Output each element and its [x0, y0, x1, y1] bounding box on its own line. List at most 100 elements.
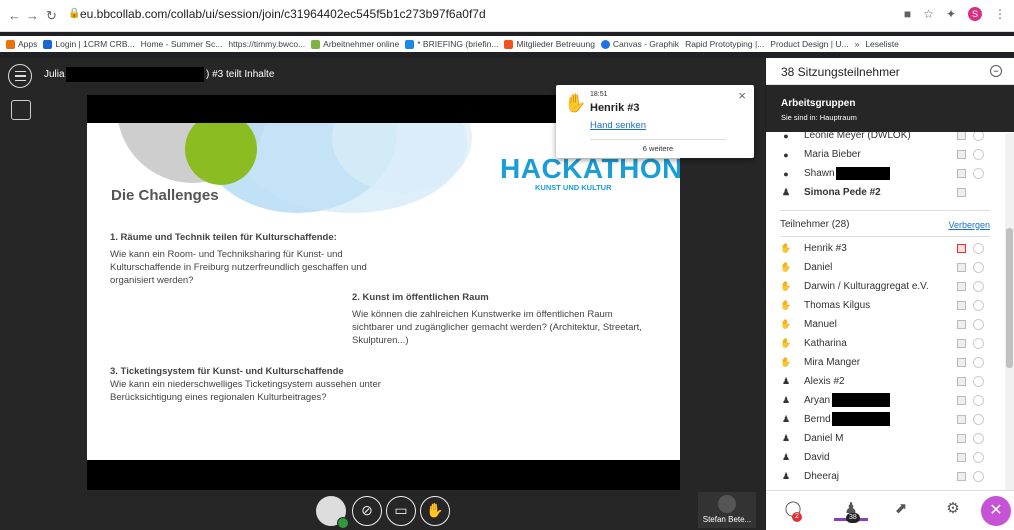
chat-badge: 2 — [792, 512, 802, 522]
list-item[interactable]: ✋ Manuel — [780, 315, 990, 334]
person-icon: ● — [783, 168, 789, 179]
mic-icon — [957, 415, 966, 424]
share-title: Julia ) #3 teilt Inhalte — [44, 67, 275, 82]
back-icon[interactable]: ← — [8, 8, 21, 23]
options-icon[interactable] — [973, 300, 984, 311]
canvas-icon — [600, 39, 610, 49]
person-icon: ● — [783, 132, 789, 141]
menu-button[interactable] — [8, 64, 32, 88]
person-icon: ♟ — [781, 433, 791, 443]
list-item[interactable]: ✋ Daniel — [780, 258, 990, 277]
list-item[interactable]: ✋ Henrik #3 — [780, 239, 990, 258]
options-icon[interactable] — [973, 471, 984, 482]
letterbox-bottom — [87, 460, 680, 490]
redaction — [832, 393, 890, 407]
camera-off-icon[interactable]: ▭ — [386, 496, 416, 526]
camera-icon[interactable]: ■ — [904, 7, 911, 21]
options-icon[interactable] — [973, 149, 984, 160]
share-content-icon[interactable]: ⬈ — [890, 499, 912, 521]
raise-hand-icon[interactable]: ✋ — [420, 496, 450, 526]
hackathon-logo-sub: KUNST UND KULTUR — [535, 183, 612, 192]
reading-list[interactable]: Leseliste — [865, 39, 899, 49]
challenge-1-body: Wie kann ein Room- und Techniksharing fü… — [110, 249, 367, 286]
bookmark-more[interactable]: » — [855, 39, 860, 49]
apps-icon — [6, 39, 15, 49]
list-item[interactable]: ♟ Daniel M — [780, 429, 990, 448]
mic-icon — [957, 434, 966, 443]
list-item[interactable]: ● Maria Bieber — [780, 145, 990, 164]
bookmark-canvas[interactable]: Canvas - Graphik — [600, 39, 679, 49]
bookmark-1crm[interactable]: Login | 1CRM CRB... — [43, 39, 135, 49]
person-icon: ♟ — [781, 414, 791, 424]
mic-icon — [957, 339, 966, 348]
participants-tab-icon[interactable]: ♟ 38 — [834, 499, 868, 523]
bookmark-briefing[interactable]: * BRIEFING (briefin... — [405, 39, 498, 49]
list-item[interactable]: ♟ Bernd — [780, 410, 990, 429]
close-icon[interactable]: × — [738, 88, 746, 103]
list-item[interactable]: ✋ Mira Manger — [780, 353, 990, 372]
slide-view-icon[interactable] — [11, 100, 31, 120]
list-item[interactable]: ● Shawn — [780, 164, 990, 183]
options-icon[interactable] — [973, 395, 984, 406]
avatar — [718, 495, 736, 513]
slide-title: Die Challenges — [111, 187, 219, 204]
options-icon[interactable] — [973, 319, 984, 330]
bookmark-summer[interactable]: Home - Summer Sc... — [141, 39, 223, 49]
bookmark-mitglieder[interactable]: Mitglieder Betreuung — [504, 39, 595, 49]
options-icon[interactable] — [973, 281, 984, 292]
trello-icon — [405, 39, 415, 49]
person-icon: ♟ — [781, 452, 791, 462]
list-item[interactable]: ♟ Simona Pede #2 — [780, 183, 990, 202]
notification-more[interactable]: 6 weitere — [590, 144, 726, 153]
crm-icon — [43, 39, 53, 49]
address-bar[interactable]: eu.bbcollab.com/collab/ui/session/join/c… — [80, 7, 486, 21]
lower-hand-link[interactable]: Hand senken — [590, 120, 646, 131]
raised-hand-icon: ✋ — [780, 300, 792, 310]
panel-title: 38 Sitzungsteilnehmer — [781, 65, 900, 79]
list-item[interactable]: ✋ Katharina — [780, 334, 990, 353]
forward-icon[interactable]: → — [26, 8, 39, 23]
collapse-icon[interactable]: − — [990, 65, 1002, 77]
settings-icon[interactable]: ⚙ — [942, 499, 964, 521]
profile-avatar[interactable]: S — [968, 7, 982, 21]
list-item[interactable]: ♟ Aryan — [780, 391, 990, 410]
options-icon[interactable] — [973, 338, 984, 349]
bookmark-rapid[interactable]: Rapid Prototyping |... — [685, 39, 764, 49]
star-icon[interactable]: ☆ — [923, 7, 934, 21]
list-item[interactable]: ✋ Thomas Kilgus — [780, 296, 990, 315]
more-icon[interactable]: ⋮ — [994, 7, 1006, 21]
options-icon[interactable] — [973, 243, 984, 254]
panel-scrollbar[interactable] — [1005, 133, 1014, 490]
list-item[interactable]: ♟ Dheeraj — [780, 467, 990, 486]
options-icon[interactable] — [973, 414, 984, 425]
options-icon[interactable] — [973, 433, 984, 444]
extension-icon[interactable]: ✦ — [946, 7, 956, 21]
options-icon[interactable] — [973, 132, 984, 141]
mic-muted-icon[interactable]: ⊘ — [352, 496, 382, 526]
options-icon[interactable] — [973, 262, 984, 273]
options-icon[interactable] — [973, 168, 984, 179]
reload-icon[interactable]: ↻ — [46, 8, 57, 24]
bookmark-timmy[interactable]: https://timmy.bwco... — [228, 39, 305, 49]
bookmark-product[interactable]: Product Design | U... — [770, 39, 848, 49]
close-panel-button[interactable]: ✕ — [981, 496, 1011, 526]
bookmark-apps[interactable]: Apps — [6, 39, 37, 49]
bookmarks-bar: Apps Login | 1CRM CRB... Home - Summer S… — [0, 36, 1014, 52]
options-icon[interactable] — [973, 376, 984, 387]
raised-hand-icon: ✋ — [780, 319, 792, 329]
list-item[interactable]: ✋ Darwin / Kulturaggregat e.V. — [780, 277, 990, 296]
chat-icon[interactable]: ◯ 2 — [782, 499, 804, 522]
list-item[interactable]: ● Leonie Meyer (DWLOK) — [780, 132, 990, 145]
challenge-1-title: 1. Räume und Technik teilen für Kultursc… — [110, 232, 337, 243]
breakout-groups[interactable]: Arbeitsgruppen Sie sind in: Hauptraum — [766, 85, 1014, 132]
list-item[interactable]: ♟ David — [780, 448, 990, 467]
panel-header: 38 Sitzungsteilnehmer − — [766, 58, 1014, 85]
options-icon[interactable] — [973, 357, 984, 368]
mic-icon — [957, 320, 966, 329]
list-item[interactable]: ♟ Alexis #2 — [780, 372, 990, 391]
my-status-button[interactable] — [316, 496, 349, 529]
options-icon[interactable] — [973, 452, 984, 463]
bookmark-arbeitnehmer[interactable]: Arbeitnehmer online — [311, 39, 399, 49]
status-dot — [337, 517, 349, 529]
hide-link[interactable]: Verbergen — [948, 220, 990, 230]
